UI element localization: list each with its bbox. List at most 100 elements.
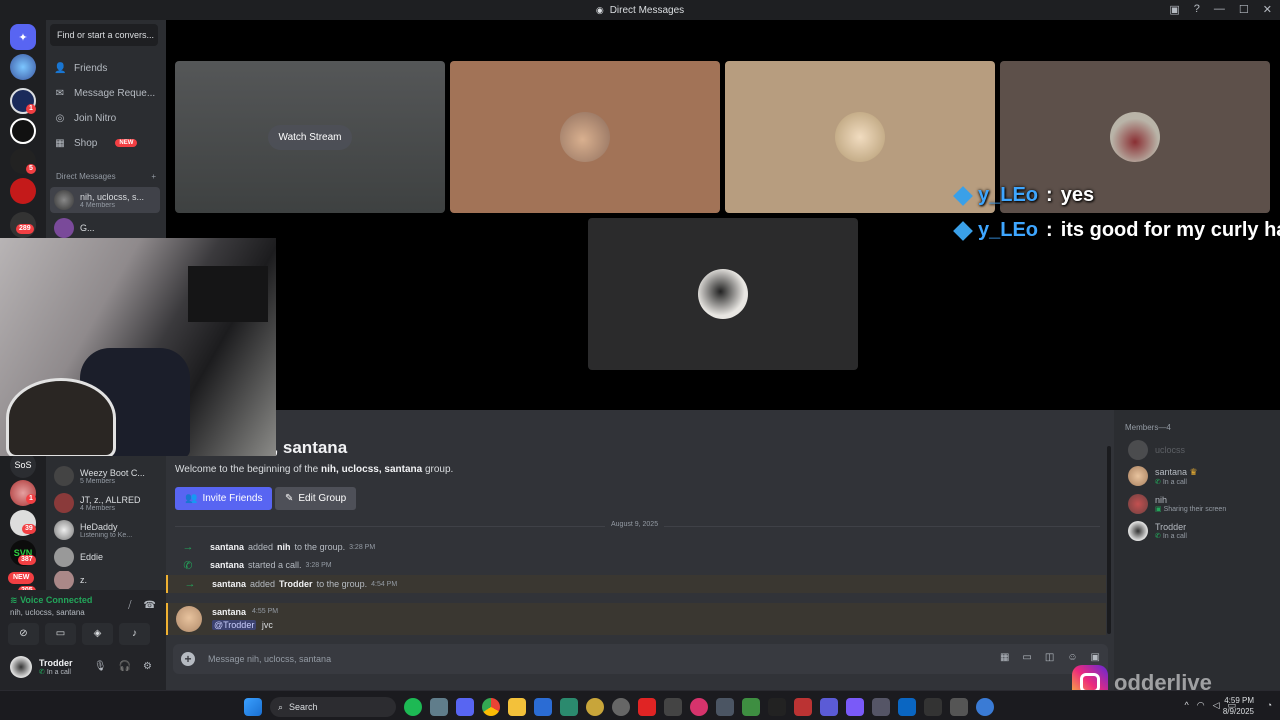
avatar <box>1128 494 1148 514</box>
windows-start-icon[interactable] <box>244 698 262 716</box>
discord-icon[interactable] <box>456 698 474 716</box>
spotify-icon[interactable] <box>404 698 422 716</box>
maximize-button[interactable]: ☐ <box>1239 3 1249 16</box>
dm-header: Direct Messages + <box>56 172 156 181</box>
app-icon[interactable] <box>924 698 942 716</box>
soundboard-button[interactable]: ♪ <box>119 623 150 645</box>
voice-connected-status[interactable]: ≋ Voice Connected <box>10 595 92 606</box>
watch-stream-button[interactable]: Watch Stream <box>267 124 353 150</box>
member-item[interactable]: uclocss <box>1128 440 1185 460</box>
app-icon[interactable] <box>872 698 890 716</box>
edit-group-button[interactable]: ✎ Edit Group <box>275 487 357 510</box>
app-icon[interactable] <box>846 698 864 716</box>
taskbar-search[interactable]: ⌕ Search <box>270 697 396 717</box>
participant-avatar <box>835 112 885 162</box>
camera-off-button[interactable]: ⊘ <box>8 623 39 645</box>
close-button[interactable]: ✕ <box>1263 3 1272 16</box>
nav-friends[interactable]: 👤 Friends <box>54 58 107 78</box>
find-conversation-button[interactable]: Find or start a convers... <box>50 24 158 46</box>
server-icon[interactable] <box>10 178 36 204</box>
chrome-icon[interactable] <box>482 698 500 716</box>
nav-join-nitro[interactable]: ◎ Join Nitro <box>54 108 117 128</box>
wifi-icon[interactable]: ◠ <box>1197 700 1205 711</box>
message-author[interactable]: santana <box>212 607 246 617</box>
user-mention[interactable]: @Trodder <box>212 620 257 630</box>
unread-badge: 289 <box>16 224 34 234</box>
current-user[interactable]: Trodder ✆ In a call <box>10 656 73 678</box>
tray-overflow-icon[interactable]: ^ <box>1184 700 1188 711</box>
create-dm-button[interactable]: + <box>151 172 156 181</box>
gift-icon[interactable]: ▦ <box>1000 652 1009 663</box>
date-divider: August 9, 2025 <box>175 521 1100 528</box>
activity-button[interactable]: ◈ <box>82 623 113 645</box>
message-input[interactable] <box>208 651 808 667</box>
app-icon[interactable] <box>898 698 916 716</box>
avatar <box>1128 521 1148 541</box>
app-icon[interactable] <box>586 698 604 716</box>
sticker-icon[interactable]: ◫ <box>1045 652 1054 663</box>
app-icon[interactable] <box>768 698 786 716</box>
chat-scrollbar[interactable] <box>1107 446 1111 634</box>
avatar <box>1128 440 1148 460</box>
chat-message: santana 4:55 PM @Trodder jvc <box>166 603 1106 635</box>
taskbar: ⌕ Search ^ ◠ ◁ ▭ 4:59 PM 8/9/2025 ◔ <box>0 690 1280 720</box>
voice-channel[interactable]: nih, uclocss, santana <box>10 608 85 617</box>
avatar[interactable] <box>176 606 202 632</box>
disconnect-icon[interactable]: ☎ <box>144 600 156 611</box>
minecraft-icon[interactable] <box>742 698 760 716</box>
stream-tile[interactable]: Watch Stream <box>175 61 445 213</box>
app-icon[interactable] <box>794 698 812 716</box>
youtube-icon[interactable] <box>638 698 656 716</box>
unread-badge: 1 <box>26 104 36 114</box>
dm-item[interactable]: z. <box>50 571 160 589</box>
server-icon[interactable] <box>10 118 36 144</box>
nav-message-requests[interactable]: ✉ Message Reque... <box>54 83 155 103</box>
upload-plus-button[interactable]: + <box>181 652 195 666</box>
invite-friends-button[interactable]: 👥 Invite Friends <box>175 487 273 510</box>
app-icon[interactable] <box>716 698 734 716</box>
discord-home-button[interactable]: ✦ <box>10 24 36 50</box>
participant-tile[interactable] <box>450 61 720 213</box>
noise-suppression-icon[interactable]: ⧸ <box>128 600 131 611</box>
apps-icon[interactable]: ▣ <box>1091 652 1100 663</box>
app-icon[interactable] <box>664 698 682 716</box>
volume-icon[interactable]: ◁ <box>1213 700 1220 711</box>
gif-icon[interactable]: ▭ <box>1022 652 1031 663</box>
app-icon[interactable] <box>560 698 578 716</box>
headphones-icon[interactable]: 🎧 <box>119 661 131 672</box>
server-icon[interactable] <box>10 54 36 80</box>
app-icon[interactable] <box>820 698 838 716</box>
screen-share-button[interactable]: ▭ <box>45 623 76 645</box>
dm-item[interactable]: nih, uclocss, s... 4 Members <box>50 187 160 213</box>
app-icon[interactable] <box>950 698 968 716</box>
arrow-icon: → <box>182 541 194 553</box>
participant-tile[interactable] <box>725 61 995 213</box>
member-item[interactable]: santana ♛ ✆ In a call <box>1128 466 1198 486</box>
stream-chat-message: y_LEo : its good for my curly hai <box>953 219 1280 242</box>
members-header: Members—4 <box>1125 423 1171 432</box>
app-icon[interactable] <box>976 698 994 716</box>
file-explorer-icon[interactable] <box>508 698 526 716</box>
phone-icon: ✆ <box>1155 533 1161 540</box>
app-icon[interactable] <box>612 698 630 716</box>
dm-item[interactable]: Eddie <box>50 544 160 570</box>
member-item[interactable]: nih ▣ Sharing their screen <box>1128 494 1226 514</box>
app-icon[interactable] <box>534 698 552 716</box>
settings-icon[interactable]: ⚙ <box>143 661 152 672</box>
app-icon[interactable] <box>690 698 708 716</box>
microphone-icon[interactable]: 🎙 <box>94 661 107 672</box>
participant-tile[interactable] <box>588 218 858 370</box>
dm-item[interactable]: JT, z., ALLRED 4 Members <box>50 490 160 516</box>
dm-item[interactable]: Weezy Boot C... 5 Members <box>50 463 160 489</box>
emoji-icon[interactable]: ☺ <box>1067 652 1077 663</box>
member-item[interactable]: Trodder ✆ In a call <box>1128 521 1187 541</box>
notification-bell-icon[interactable]: ◔ <box>1267 700 1272 710</box>
inbox-icon[interactable]: ▣ <box>1169 3 1179 16</box>
app-icon[interactable] <box>430 698 448 716</box>
help-icon[interactable]: ? <box>1194 3 1200 16</box>
nav-shop[interactable]: ▦ Shop NEW <box>54 133 138 153</box>
avatar <box>54 493 74 513</box>
dm-item[interactable]: HeDaddy Listening to Ke... <box>50 517 160 543</box>
taskbar-clock[interactable]: 4:59 PM 8/9/2025 <box>1223 695 1254 717</box>
minimize-button[interactable]: — <box>1214 3 1225 16</box>
